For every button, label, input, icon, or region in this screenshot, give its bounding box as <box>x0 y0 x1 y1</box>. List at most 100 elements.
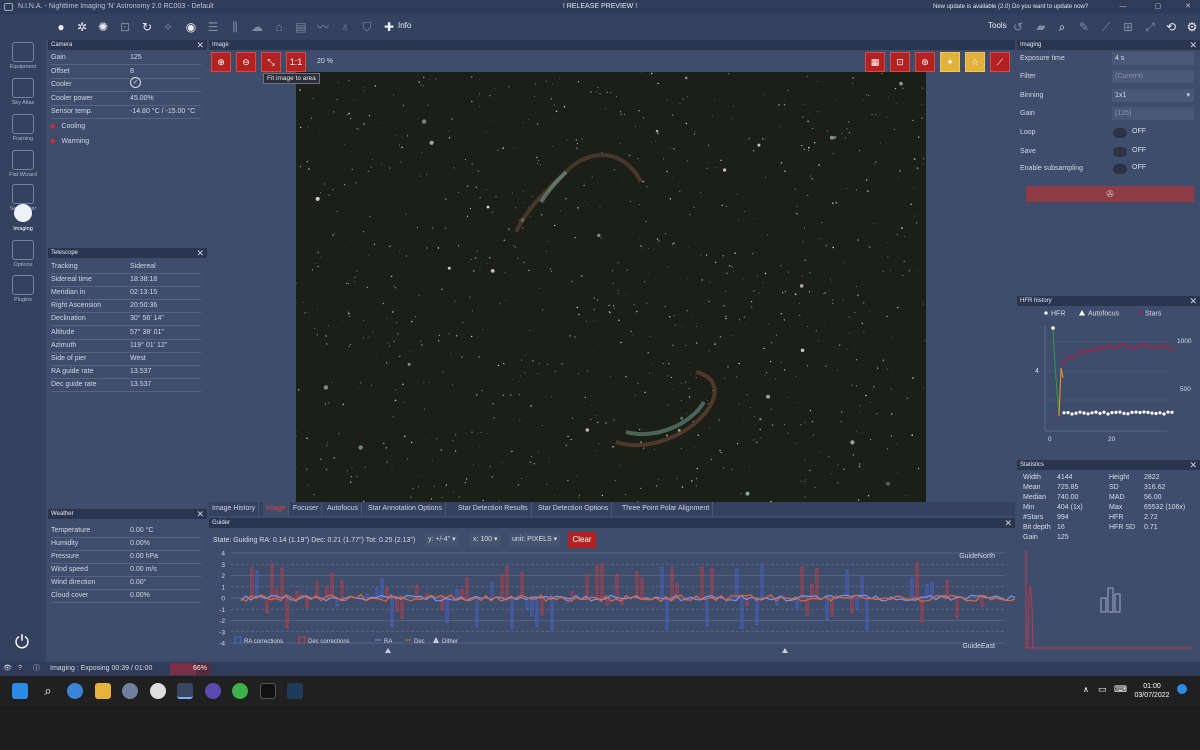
planetarium-icon[interactable] <box>205 683 221 699</box>
tools-app-icon[interactable] <box>287 683 303 699</box>
notification-icon[interactable]: ⓘ <box>33 662 40 676</box>
tab-image-history[interactable]: Image History <box>209 502 260 516</box>
y-scale-select[interactable]: y: +/-4" ▾ <box>425 533 459 547</box>
clear-button[interactable]: Clear <box>568 532 596 548</box>
binning-select[interactable]: 1x1 ▾ <box>1112 89 1194 102</box>
target-button[interactable]: ⊛ <box>915 52 935 72</box>
exposure-input[interactable]: 4 s <box>1112 52 1194 65</box>
safety-monitor-icon[interactable]: ⛉ <box>360 20 374 34</box>
close-icon[interactable]: ✕ <box>1004 518 1012 528</box>
tool-history-icon[interactable]: ⟲ <box>1164 20 1178 34</box>
star-detection-button[interactable]: ☆ <box>965 52 985 72</box>
telescope-icon[interactable]: ✧ <box>161 20 175 34</box>
magic-wand-button[interactable]: ✦ <box>940 52 960 72</box>
nina-taskbar-icon[interactable] <box>177 683 193 699</box>
tab-three-point-polar-alignment[interactable]: Three Point Polar Alignment <box>619 502 714 516</box>
dome-icon[interactable]: ↻ <box>140 20 154 34</box>
file-explorer-icon[interactable] <box>95 683 111 699</box>
captured-image[interactable] <box>295 72 926 503</box>
tool-gear-icon[interactable]: ⚙ <box>1185 20 1199 34</box>
row-value: Sidereal <box>130 263 156 270</box>
crosshair-frame-button[interactable]: ⊡ <box>890 52 910 72</box>
switch-icon[interactable]: ⫼ <box>228 20 242 34</box>
filter-wheel-icon[interactable]: ✲ <box>75 20 89 34</box>
tool-layers-icon[interactable]: ▰ <box>1034 20 1048 34</box>
nav-sky-atlas[interactable]: Sky Atlas <box>0 76 46 112</box>
tab-star-detection-options[interactable]: Star Detection Options <box>535 502 613 516</box>
sequence-icon[interactable]: ☰ <box>206 20 220 34</box>
tab-star-annotation-options[interactable]: Star Annotation Options <box>365 502 446 516</box>
close-icon[interactable]: ✕ <box>196 40 204 50</box>
tool-rotate-icon[interactable]: ↺ <box>1011 20 1025 34</box>
info-puzzle-icon[interactable]: ✚ <box>382 20 396 34</box>
nav-options[interactable]: Options <box>0 238 46 274</box>
nav-plugins[interactable]: Plugins <box>0 273 46 309</box>
close-icon[interactable]: ✕ <box>1189 296 1197 306</box>
start-capture-button[interactable]: ✇ <box>1026 186 1194 202</box>
phd-guiding-icon[interactable] <box>232 683 248 699</box>
monitor-icon[interactable]: ▭ <box>1098 684 1107 695</box>
flat-device-icon[interactable]: ▤ <box>294 20 308 34</box>
close-icon[interactable]: ✕ <box>196 509 204 519</box>
network-icon[interactable]: ⌨ <box>1114 684 1127 695</box>
unit-select[interactable]: unit: PIXELS ▾ <box>509 533 561 547</box>
observatory-icon[interactable]: ⌂ <box>272 20 286 34</box>
tool-brush-icon[interactable]: ✎ <box>1077 20 1091 34</box>
tab-star-detection-results[interactable]: Star Detection Results <box>455 502 532 516</box>
info-label[interactable]: Info <box>398 21 411 30</box>
tool-frame-icon[interactable]: ⊞ <box>1121 20 1135 34</box>
nav-equipment[interactable]: Equipment <box>0 40 46 76</box>
camera-icon[interactable]: ● <box>54 20 68 34</box>
terminal-icon[interactable] <box>260 683 276 699</box>
tab-focuser[interactable]: Focuser <box>290 502 323 516</box>
light-bulb-icon[interactable]: ♁ <box>338 20 352 34</box>
nav-framing[interactable]: Framing <box>0 112 46 148</box>
system-clock[interactable]: 01:00 03/07/2022 <box>1132 682 1172 700</box>
rotator-icon[interactable]: ⊡ <box>118 20 132 34</box>
expander-cooling[interactable]: ▶ Cooling <box>51 120 85 133</box>
tool-expand-icon[interactable]: ⤢ <box>1143 20 1157 34</box>
minimize-icon[interactable]: — <box>1113 0 1133 14</box>
weather-icon[interactable]: ☁ <box>250 20 264 34</box>
nav-imaging[interactable]: Imaging <box>0 202 46 238</box>
grid-overlay-button[interactable]: ▦ <box>865 52 885 72</box>
close-icon[interactable]: ✕ <box>1189 460 1197 470</box>
compass-app-icon[interactable] <box>150 683 166 699</box>
power-icon[interactable]: ⏻ <box>12 632 32 652</box>
nav-flat-wizard[interactable]: Flat Wizard <box>0 148 46 184</box>
guider-icon[interactable]: ◉ <box>184 20 198 34</box>
close-window-icon[interactable]: ✕ <box>1178 0 1198 14</box>
search-icon[interactable]: ⌕ <box>40 683 56 699</box>
subsampling-toggle[interactable] <box>1113 164 1127 174</box>
windows-start-icon[interactable] <box>12 683 28 699</box>
tool-search-icon[interactable]: ⌕ <box>1055 20 1069 34</box>
gain-input[interactable]: (125) <box>1112 107 1194 120</box>
tools-label[interactable]: Tools <box>988 21 1007 30</box>
eye-icon[interactable]: 👁 <box>3 662 12 676</box>
guide-graph-icon[interactable]: 〰 <box>316 20 330 34</box>
one-to-one-button[interactable]: 1:1 <box>286 52 306 72</box>
zoom-in-button[interactable]: ⊕ <box>211 52 231 72</box>
tool-measure-icon[interactable]: ⟋ <box>1099 20 1113 34</box>
fit-to-area-button[interactable]: ⤡ <box>261 52 281 72</box>
notification-badge-icon[interactable] <box>1177 684 1187 694</box>
close-icon[interactable]: ✕ <box>1189 40 1197 50</box>
ra-correction-bar <box>445 597 449 624</box>
save-toggle[interactable] <box>1113 147 1127 157</box>
x-scale-select[interactable]: x: 100 ▾ <box>470 533 501 547</box>
annotate-button[interactable]: ⟋ <box>990 52 1010 72</box>
focuser-icon[interactable]: ✺ <box>96 20 110 34</box>
edge-browser-icon[interactable] <box>67 683 83 699</box>
maximize-icon[interactable]: ▢ <box>1148 0 1168 14</box>
close-icon[interactable]: ✕ <box>196 248 204 258</box>
update-notice-link[interactable]: New update is available (2.0) Do you wan… <box>933 0 1088 14</box>
filter-select[interactable]: (Current) <box>1112 70 1194 83</box>
expander-warming[interactable]: ▶ Warming <box>51 135 89 148</box>
zoom-out-button[interactable]: ⊖ <box>236 52 256 72</box>
tray-chevron-icon[interactable]: ∧ <box>1083 685 1089 694</box>
help-icon[interactable]: ? <box>18 662 22 676</box>
tab-image[interactable]: Image <box>263 502 290 516</box>
tab-autofocus[interactable]: Autofocus <box>324 502 363 516</box>
loop-toggle[interactable] <box>1113 128 1127 138</box>
settings-gear-icon[interactable] <box>122 683 138 699</box>
